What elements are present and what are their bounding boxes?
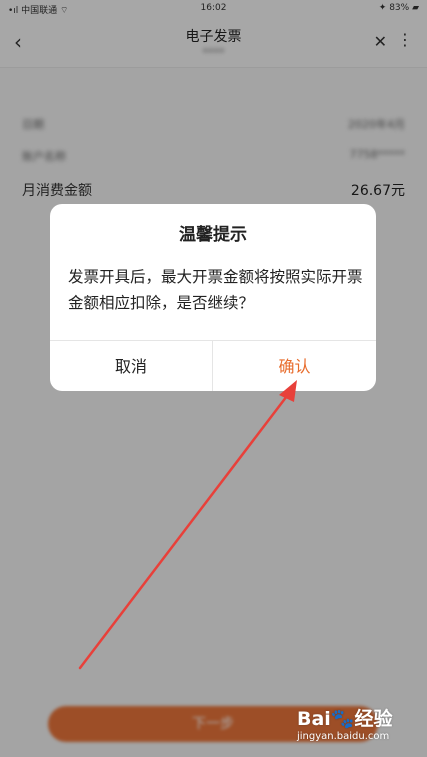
watermark-url: jingyan.baidu.com <box>297 731 390 742</box>
baidu-jingyan-watermark: Bai🐾经验 jingyan.baidu.com <box>297 702 415 748</box>
dialog-message: 发票开具后，最大开票金额将按照实际开票金额相应扣除，是否继续？ <box>68 268 363 312</box>
cancel-button[interactable]: 取消 <box>50 341 213 391</box>
watermark-logo: Bai🐾经验 <box>297 708 393 730</box>
dialog-title: 温馨提示 <box>179 225 247 245</box>
confirm-button[interactable]: 确认 <box>213 341 376 391</box>
confirm-dialog: 温馨提示 发票开具后，最大开票金额将按照实际开票金额相应扣除，是否继续？ 取消 … <box>50 204 376 391</box>
dialog-actions: 取消 确认 <box>50 340 376 391</box>
